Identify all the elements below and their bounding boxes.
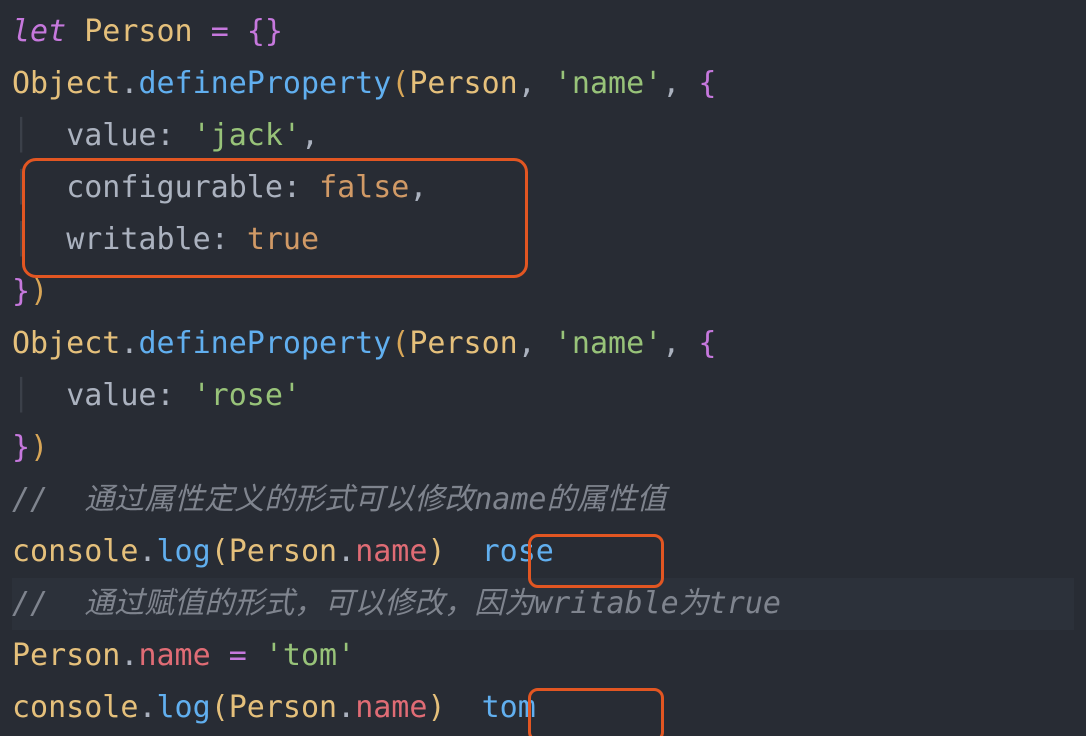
- code-line: }): [12, 266, 1074, 318]
- code-line: Person.name = 'tom': [12, 630, 1074, 682]
- code-line: console.log(Person.name) rose: [12, 526, 1074, 578]
- code-line: Object.defineProperty(Person, 'name', {: [12, 58, 1074, 110]
- code-line: }): [12, 422, 1074, 474]
- console-output: rose: [482, 534, 554, 569]
- token-identifier: Person: [84, 14, 192, 49]
- console-output: tom: [482, 690, 536, 725]
- code-line: │ writable: true: [12, 214, 1074, 266]
- code-line: // 通过属性定义的形式可以修改name的属性值: [12, 474, 1074, 526]
- token-keyword: let: [12, 14, 66, 49]
- code-line: let Person = {}: [12, 6, 1074, 58]
- code-line: Object.defineProperty(Person, 'name', {: [12, 318, 1074, 370]
- code-line: console.log(Person.name) tom: [12, 682, 1074, 734]
- code-line: │ value: 'rose': [12, 370, 1074, 422]
- token-comment: // 通过赋值的形式，可以修改，因为writable为true: [12, 586, 781, 621]
- code-line: │ value: 'jack',: [12, 110, 1074, 162]
- token-comment: // 通过属性定义的形式可以修改name的属性值: [12, 482, 667, 517]
- code-line: // 通过赋值的形式，可以修改，因为writable为true: [12, 578, 1074, 630]
- code-line: │ configurable: false,: [12, 162, 1074, 214]
- code-editor: let Person = {} Object.defineProperty(Pe…: [0, 0, 1086, 736]
